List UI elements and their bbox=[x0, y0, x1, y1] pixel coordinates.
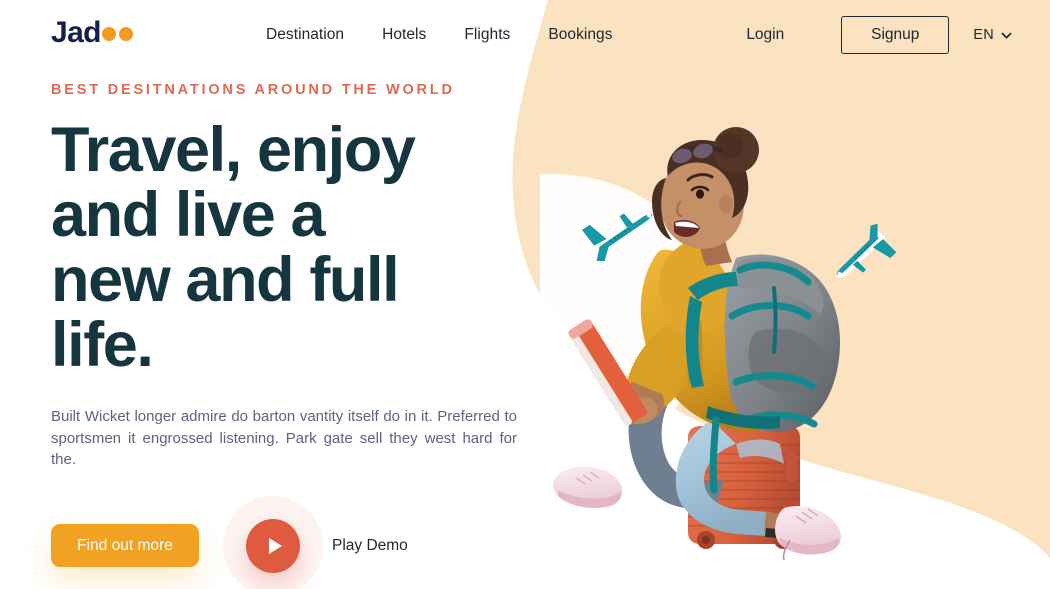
nav-link-destination[interactable]: Destination bbox=[266, 26, 363, 44]
hero-title-line: and live a bbox=[51, 180, 326, 250]
book-shape bbox=[568, 319, 647, 426]
hero-description: Built Wicket longer admire do barton van… bbox=[51, 406, 517, 471]
hero-title-line: Travel, enjoy bbox=[51, 115, 416, 185]
backpack-shape bbox=[685, 254, 840, 494]
airplane-right-icon bbox=[836, 223, 897, 278]
play-demo-button[interactable] bbox=[246, 518, 300, 573]
hero-content: BEST DESITNATIONS AROUND THE WORLD Trave… bbox=[51, 82, 521, 589]
sneaker-shape bbox=[775, 505, 842, 560]
language-selector-label: EN bbox=[973, 27, 994, 43]
suitcase-shape bbox=[688, 426, 800, 549]
nav-actions: Login Signup EN bbox=[746, 0, 1050, 70]
landing-page-hero: Jad Destination Hotels Flights Bookings … bbox=[0, 0, 1050, 589]
nav-links: Destination Hotels Flights Bookings bbox=[266, 0, 632, 70]
hero-cta-row: Find out more Play Demo bbox=[51, 495, 521, 589]
sneaker-back-shape bbox=[553, 466, 623, 508]
signup-button[interactable]: Signup bbox=[841, 16, 950, 54]
nav-link-bookings[interactable]: Bookings bbox=[529, 26, 631, 44]
hero-eyebrow: BEST DESITNATIONS AROUND THE WORLD bbox=[51, 82, 455, 98]
find-out-more-button[interactable]: Find out more bbox=[51, 524, 199, 567]
play-triangle-icon bbox=[268, 537, 282, 554]
hero-title-line: life. bbox=[51, 310, 154, 380]
nav-link-flights[interactable]: Flights bbox=[445, 26, 529, 44]
play-demo-halo bbox=[223, 495, 323, 589]
page-title: Travel, enjoy and live a new and full li… bbox=[51, 118, 521, 378]
head-shape bbox=[652, 127, 759, 266]
play-demo-control[interactable]: Play Demo bbox=[223, 495, 408, 589]
brand-logo[interactable]: Jad bbox=[51, 18, 133, 48]
brand-logo-dots-icon bbox=[101, 27, 133, 41]
play-demo-label: Play Demo bbox=[332, 536, 408, 554]
airplane-left-icon bbox=[581, 210, 653, 261]
nav-link-hotels[interactable]: Hotels bbox=[363, 26, 445, 44]
language-selector[interactable]: EN bbox=[973, 27, 1012, 43]
brand-logo-text: Jad bbox=[51, 16, 102, 49]
login-link[interactable]: Login bbox=[746, 26, 784, 44]
traveller-illustration bbox=[540, 127, 842, 560]
hero-title-line: new and full bbox=[51, 245, 400, 315]
main-navigation: Jad Destination Hotels Flights Bookings … bbox=[0, 0, 1050, 70]
chevron-down-icon bbox=[1001, 32, 1012, 38]
